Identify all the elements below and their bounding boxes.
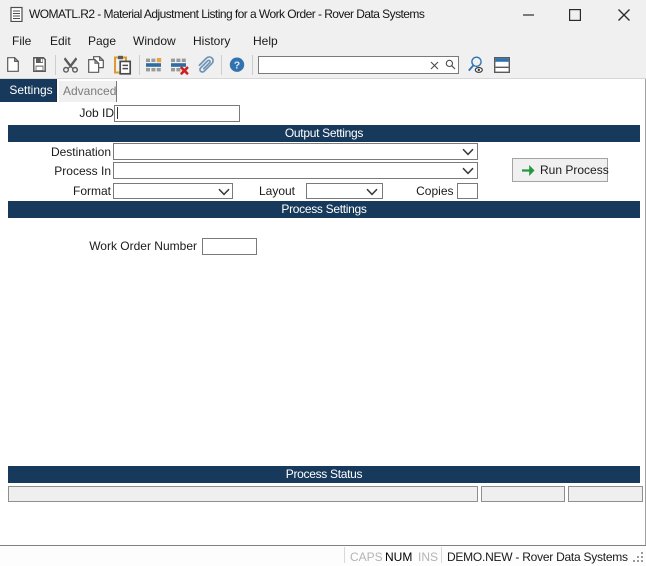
svg-text:?: ?: [234, 60, 240, 72]
